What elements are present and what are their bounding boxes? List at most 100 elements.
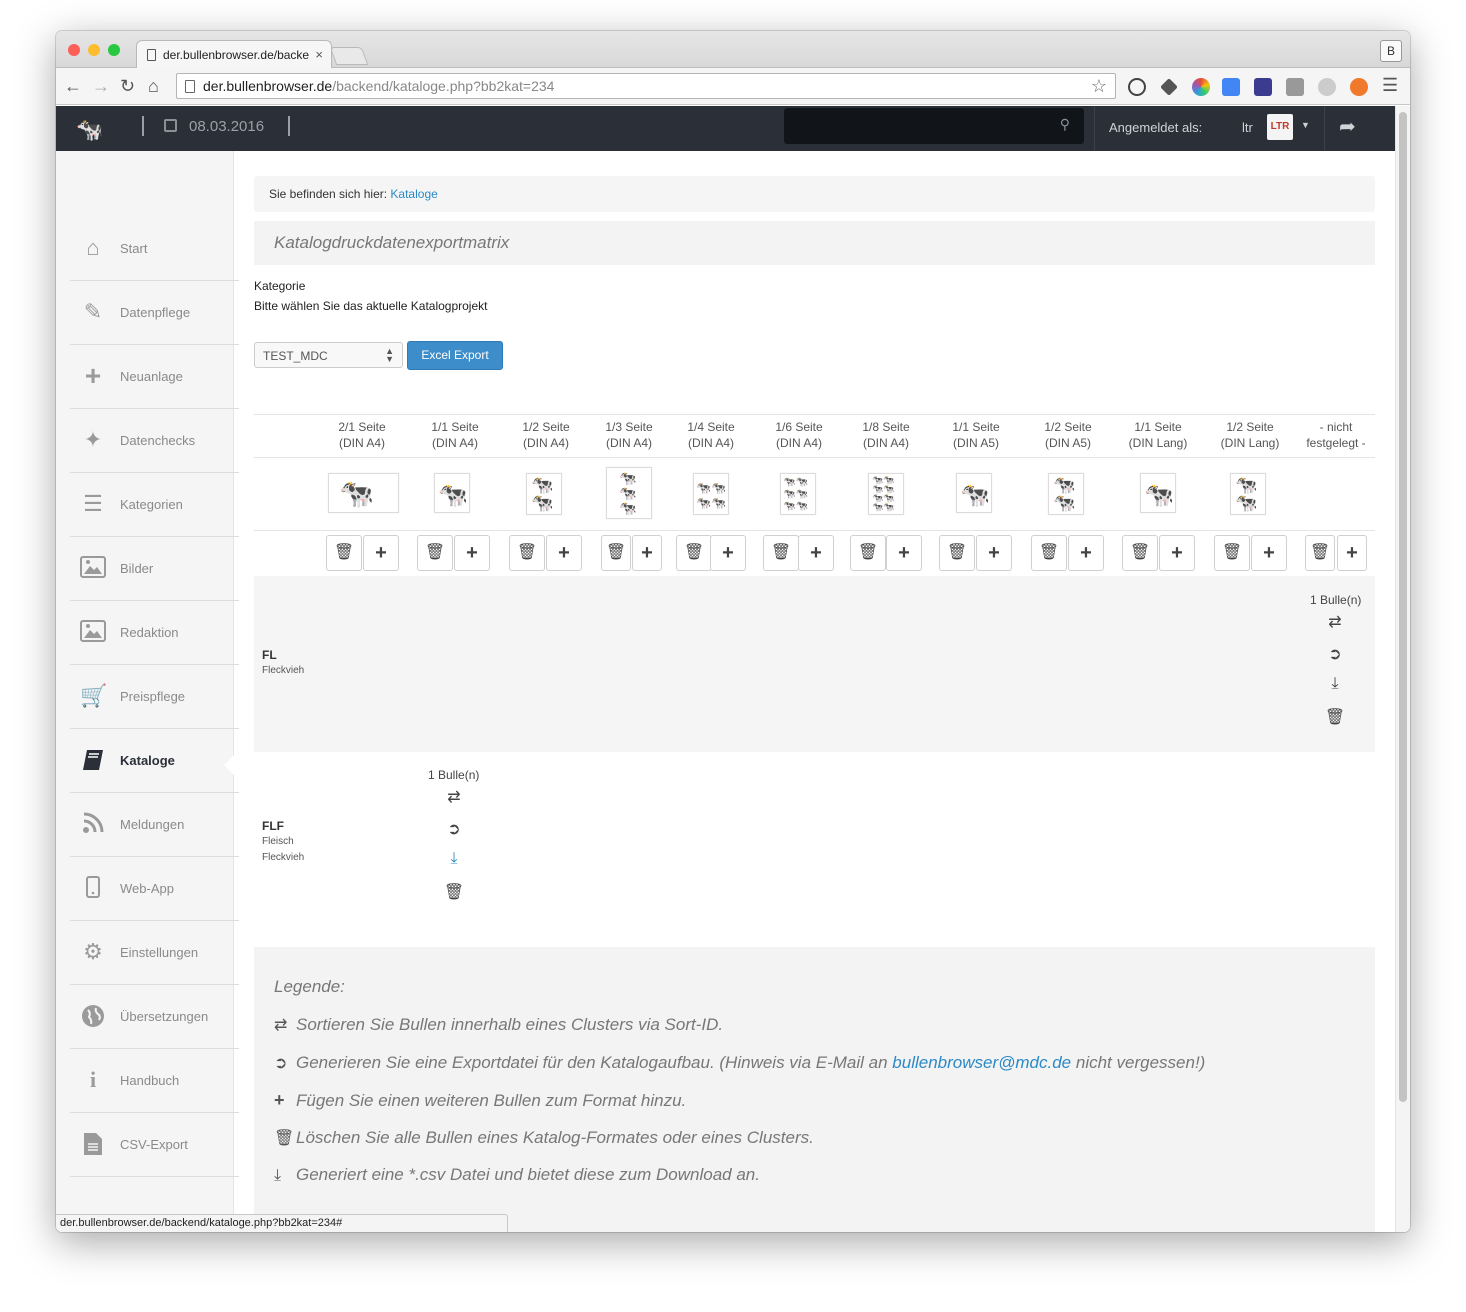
sidebar-item-kataloge[interactable]: Kataloge <box>70 729 239 793</box>
scrollbar[interactable] <box>1395 106 1410 1232</box>
delete-format-button[interactable]: 🗑 <box>1214 535 1250 571</box>
sidebar-item-neuanlage[interactable]: + Neuanlage <box>70 345 239 409</box>
breadcrumb-link-kataloge[interactable]: Kataloge <box>390 187 437 201</box>
column-header-line: (DIN A4) <box>687 436 734 450</box>
sidebar-item-datenpflege[interactable]: ✎ Datenpflege <box>70 281 239 345</box>
add-bull-button[interactable]: + <box>1251 535 1287 571</box>
sidebar-item-meldungen[interactable]: Meldungen <box>70 793 239 857</box>
download-icon[interactable]: ⤓ <box>442 850 466 868</box>
sidebar-item-label: Neuanlage <box>120 369 183 384</box>
add-bull-button[interactable]: + <box>886 535 922 571</box>
add-bull-button[interactable]: + <box>1068 535 1104 571</box>
extension-m-icon[interactable] <box>1318 78 1336 96</box>
extension-color-icon[interactable] <box>1192 78 1210 96</box>
email-link[interactable]: bullenbrowser@mdc.de <box>892 1053 1071 1072</box>
sidebar-item-handbuch[interactable]: i Handbuch <box>70 1049 239 1113</box>
trash-icon[interactable]: 🗑 <box>1323 707 1347 727</box>
add-bull-button[interactable]: + <box>798 535 834 571</box>
add-bull-button[interactable]: + <box>546 535 582 571</box>
delete-format-button[interactable]: 🗑 <box>601 535 631 571</box>
export-icon[interactable]: ➲ <box>1323 644 1347 664</box>
avatar[interactable]: LTR <box>1267 114 1293 140</box>
sidebar-item-datenchecks[interactable]: ✦ Datenchecks <box>70 409 239 473</box>
search-icon[interactable]: ⚲ <box>1060 116 1070 133</box>
reload-icon[interactable]: ↻ <box>120 75 135 97</box>
delete-format-button[interactable]: 🗑 <box>326 535 362 571</box>
edit-icon: ✎ <box>83 299 103 324</box>
shuffle-icon[interactable]: ⇄ <box>1323 612 1347 632</box>
legend-title: Legende: <box>274 977 345 996</box>
shuffle-icon[interactable]: ⇄ <box>442 787 466 807</box>
sidebar: ⌂ Start ✎ Datenpflege + Neuanlage ✦ Date… <box>56 151 239 1232</box>
user-name[interactable]: ltr <box>1242 120 1253 135</box>
legend-text: Sortieren Sie Bullen innerhalb eines Clu… <box>296 1015 724 1034</box>
delete-format-button[interactable]: 🗑 <box>417 535 453 571</box>
delete-format-button[interactable]: 🗑 <box>763 535 799 571</box>
cow-icon: 🐄🐄 <box>783 477 808 488</box>
sidebar-item-preispflege[interactable]: 🛒 Preispflege <box>70 665 239 729</box>
extension-translate-icon[interactable] <box>1222 78 1240 96</box>
add-bull-button[interactable]: + <box>1159 535 1195 571</box>
logout-arrow-icon[interactable]: ➦ <box>1339 114 1356 139</box>
extension-orange-icon[interactable] <box>1350 78 1368 96</box>
sidebar-item-redaktion[interactable]: Redaktion <box>70 601 239 665</box>
export-icon[interactable]: ➲ <box>442 819 466 839</box>
back-icon[interactable]: ← <box>64 75 82 97</box>
scrollbar-thumb[interactable] <box>1399 112 1407 1102</box>
new-tab-button[interactable] <box>329 47 369 65</box>
cow-icon: 🐄 <box>339 478 374 509</box>
chevron-down-icon[interactable]: ▼ <box>1301 120 1310 130</box>
sidebar-item-csv-export[interactable]: CSV-Export <box>70 1113 239 1177</box>
add-bull-button[interactable]: + <box>454 535 490 571</box>
catalog-select[interactable]: TEST_MDC ▲ ▼ <box>254 342 403 368</box>
search-input[interactable]: ⚲ <box>784 108 1084 144</box>
extension-info-icon[interactable] <box>1128 78 1146 96</box>
extension-chart-icon[interactable] <box>1254 78 1272 96</box>
sidebar-item-start[interactable]: ⌂ Start <box>70 217 239 281</box>
delete-format-button[interactable]: 🗑 <box>676 535 712 571</box>
sidebar-item-bilder[interactable]: Bilder <box>70 537 239 601</box>
minimize-window-button[interactable] <box>88 44 100 56</box>
add-bull-button[interactable]: + <box>1337 535 1367 571</box>
menu-icon[interactable]: ☰ <box>1382 74 1398 96</box>
delete-format-button[interactable]: 🗑 <box>1305 535 1335 571</box>
forward-icon[interactable]: → <box>92 75 110 97</box>
column-header: 1/2 Seite (DIN A4) <box>508 419 584 451</box>
add-bull-button[interactable]: + <box>976 535 1012 571</box>
sidebar-item-einstellungen[interactable]: ⚙ Einstellungen <box>70 921 239 985</box>
add-bull-button[interactable]: + <box>363 535 399 571</box>
delete-format-button[interactable]: 🗑 <box>1122 535 1158 571</box>
row-code: FL <box>262 648 277 662</box>
cow-icon: 🐄 <box>531 475 554 495</box>
globe-icon <box>80 1004 106 1028</box>
cow-icon: 🐄 <box>1235 475 1258 495</box>
sidebar-item-kategorien[interactable]: ☰ Kategorien <box>70 473 239 537</box>
profile-button[interactable]: B <box>1380 40 1402 62</box>
delete-format-button[interactable]: 🗑 <box>939 535 975 571</box>
sidebar-item-uebersetzungen[interactable]: Übersetzungen <box>70 985 239 1049</box>
gears-icon: ⚙ <box>83 939 103 964</box>
delete-format-button[interactable]: 🗑 <box>1031 535 1067 571</box>
bookmark-star-icon[interactable]: ☆ <box>1091 76 1107 97</box>
delete-format-button[interactable]: 🗑 <box>509 535 545 571</box>
download-icon[interactable]: ⤓ <box>1323 675 1347 693</box>
delete-format-button[interactable]: 🗑 <box>850 535 886 571</box>
url-host: der.bullenbrowser.de <box>203 78 333 94</box>
close-window-button[interactable] <box>68 44 80 56</box>
extension-copy-icon[interactable] <box>1286 78 1304 96</box>
trash-icon[interactable]: 🗑 <box>442 882 466 902</box>
close-tab-icon[interactable]: × <box>315 47 323 62</box>
address-bar[interactable]: der.bullenbrowser.de/backend/kataloge.ph… <box>176 73 1116 99</box>
table-row-fl: FL Fleckvieh 1 Bulle(n) ⇄ ➲ ⤓ 🗑 <box>254 576 1375 752</box>
extension-buffer-icon[interactable] <box>1160 78 1178 96</box>
add-bull-button[interactable]: + <box>632 535 662 571</box>
add-bull-button[interactable]: + <box>710 535 746 571</box>
navbar-divider <box>288 116 290 136</box>
sidebar-item-web-app[interactable]: Web-App <box>70 857 239 921</box>
excel-export-button[interactable]: Excel Export <box>407 341 503 370</box>
maximize-window-button[interactable] <box>108 44 120 56</box>
home-icon[interactable]: ⌂ <box>148 75 159 97</box>
column-header-line: - nicht <box>1319 420 1353 434</box>
browser-tab[interactable]: der.bullenbrowser.de/backe × <box>136 40 332 68</box>
cow-logo-icon[interactable]: 🐄 <box>76 117 103 143</box>
